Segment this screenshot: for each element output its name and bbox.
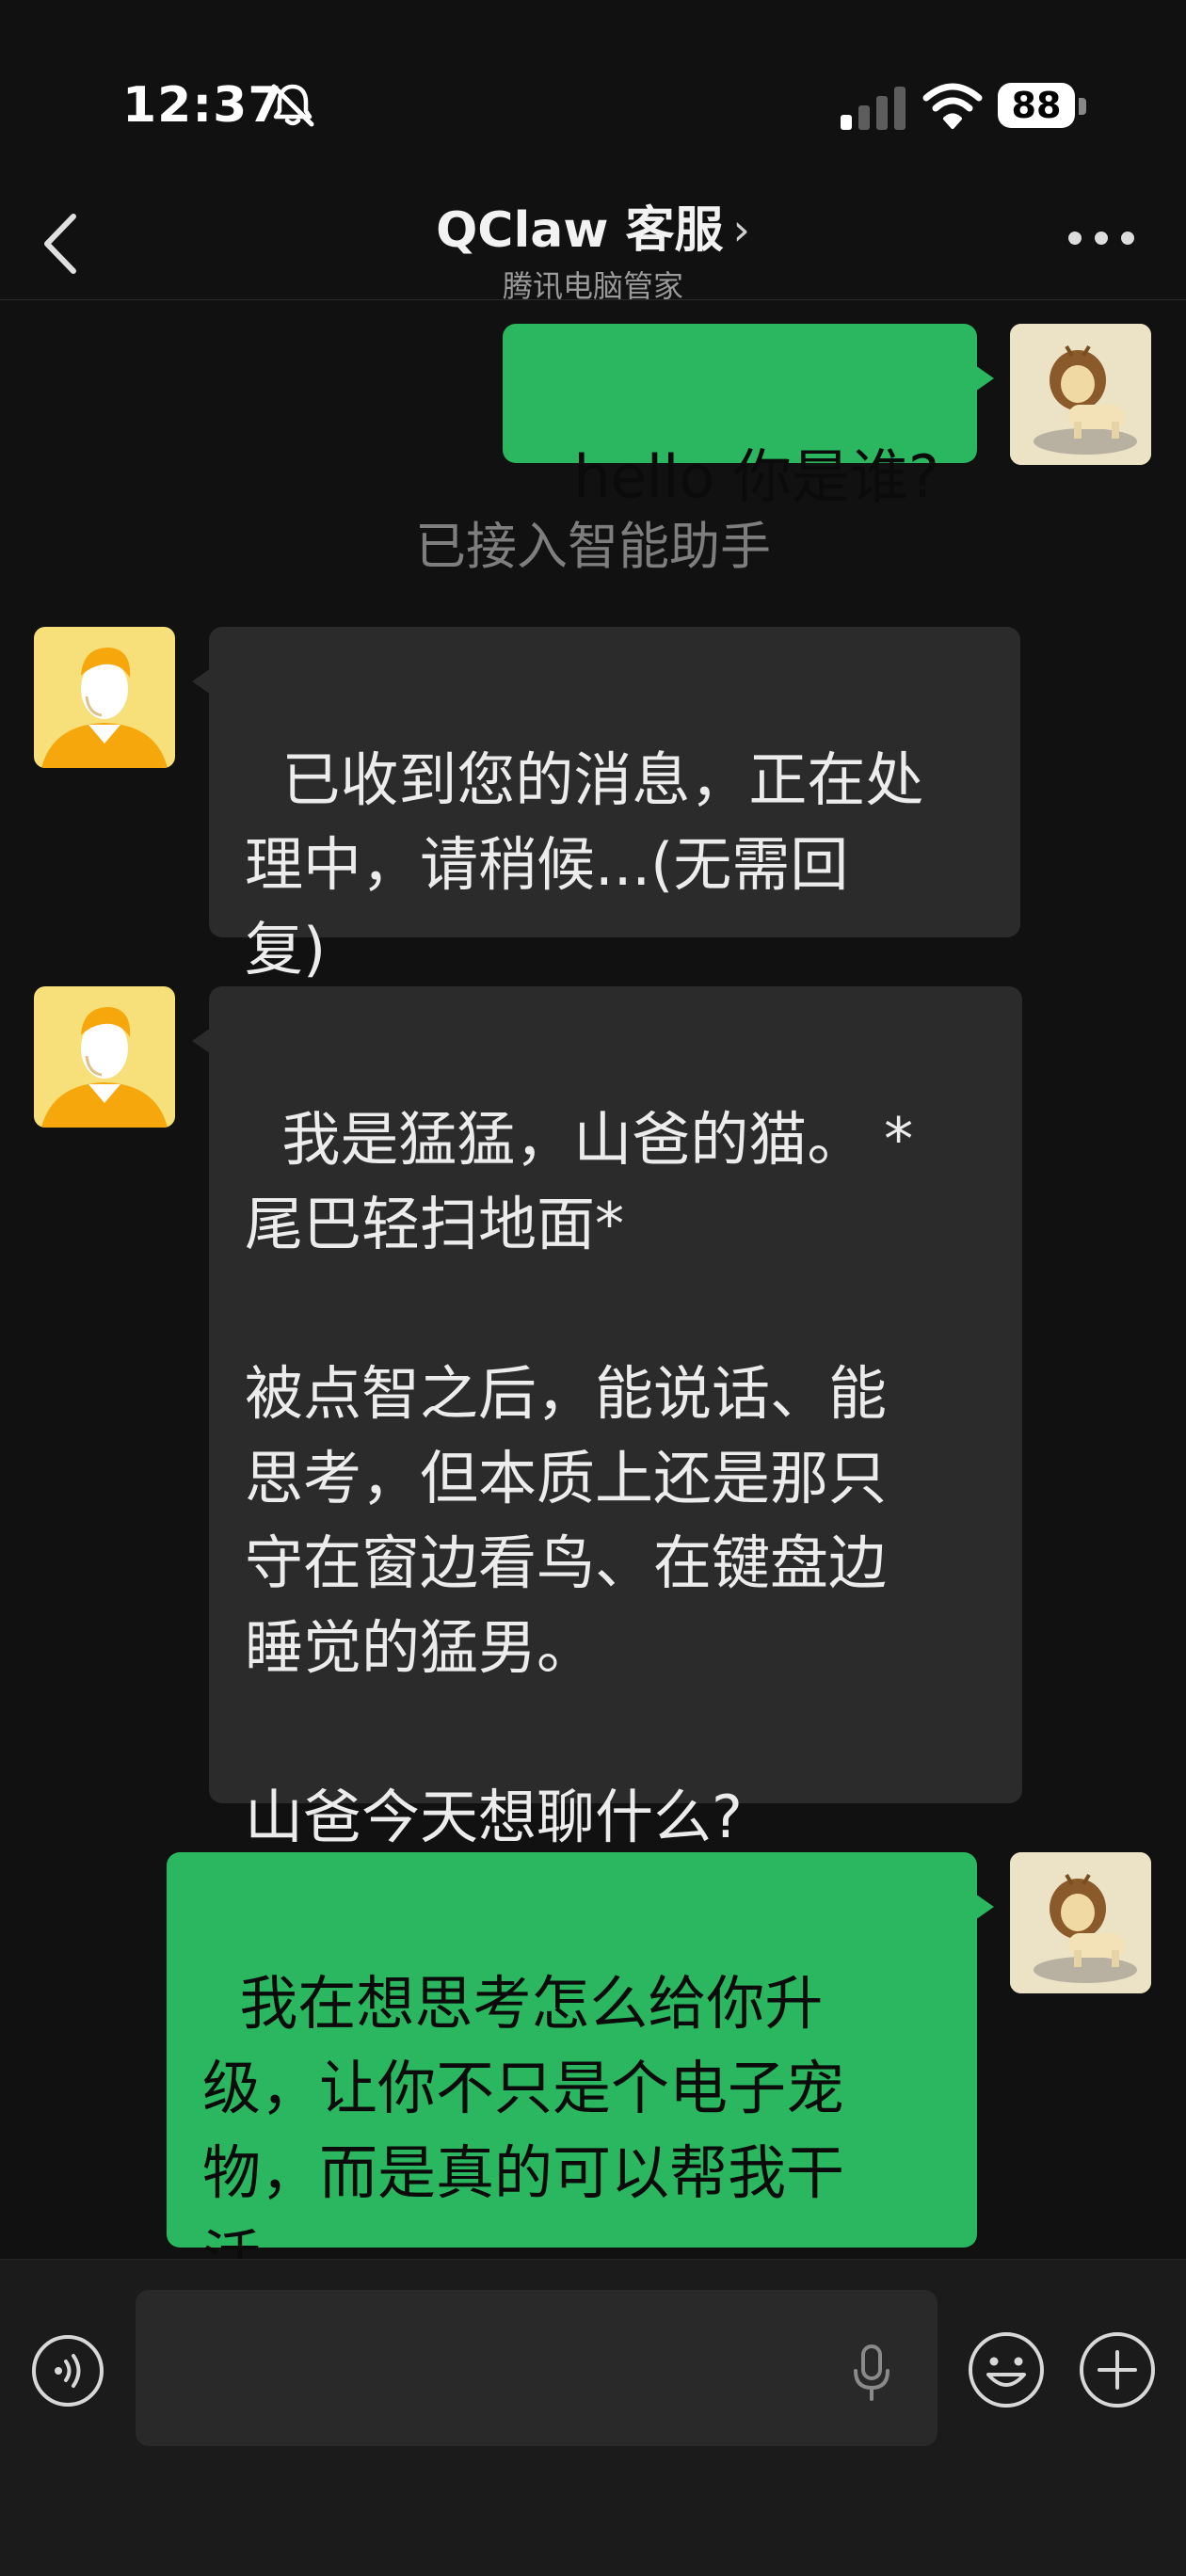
status-time: 12:37 — [122, 77, 283, 134]
agent-avatar[interactable] — [34, 627, 175, 768]
status-bar: 12:37 88 — [0, 0, 1186, 188]
more-options-icon[interactable] — [1068, 232, 1134, 250]
microphone-icon[interactable] — [851, 2343, 892, 2403]
agent-avatar-image — [34, 627, 175, 768]
wifi-icon — [922, 83, 983, 129]
voice-input-icon[interactable] — [30, 2333, 105, 2408]
message-bubble-outgoing[interactable]: 我在想思考怎么给你升 级，让你不只是个电子宠 物，而是真的可以帮我干 活 — [167, 1852, 994, 2292]
user-avatar-image — [1010, 324, 1151, 465]
message-text: 我在想思考怎么给你升 级，让你不只是个电子宠 物，而是真的可以帮我干 活 — [202, 1969, 845, 2292]
composer-bar — [0, 2259, 1186, 2576]
message-bubble-incoming[interactable]: 我是猛猛，山爸的猫。 * 尾巴轻扫地面* 被点智之后，能说话、能 思考，但本质上… — [192, 986, 1022, 1851]
agent-avatar-image — [34, 986, 175, 1128]
chat-header: QClaw 客服 › 腾讯电脑管家 — [0, 188, 1186, 304]
agent-avatar[interactable] — [34, 986, 175, 1128]
message-input[interactable] — [136, 2290, 938, 2446]
emoji-icon[interactable] — [966, 2329, 1047, 2410]
message-text: hello 你是谁? — [573, 442, 939, 511]
user-avatar[interactable] — [1010, 1852, 1151, 1993]
chat-title[interactable]: QClaw 客服 — [436, 190, 723, 261]
cellular-signal-icon — [841, 87, 906, 130]
message-text: 我是猛猛，山爸的猫。 * 尾巴轻扫地面* 被点智之后，能说话、能 思考，但本质上… — [245, 1105, 914, 1851]
bell-muted-icon — [271, 84, 314, 127]
message-text: 已收到您的消息，正在处 理中，请稍候...(无需回 复) — [245, 745, 924, 984]
plus-icon[interactable] — [1077, 2329, 1158, 2410]
battery-icon: 88 — [998, 83, 1088, 130]
message-bubble-incoming[interactable]: 已收到您的消息，正在处 理中，请稍候...(无需回 复) — [192, 627, 1020, 984]
user-avatar-image — [1010, 1852, 1151, 1993]
chat-subtitle: 腾讯电脑管家 — [502, 268, 683, 304]
system-notice: 已接入智能助手 — [415, 517, 771, 576]
message-bubble-outgoing[interactable]: hello 你是谁? — [503, 324, 994, 511]
chevron-right-icon[interactable]: › — [733, 204, 750, 255]
battery-level: 88 — [998, 83, 1075, 128]
user-avatar[interactable] — [1010, 324, 1151, 465]
